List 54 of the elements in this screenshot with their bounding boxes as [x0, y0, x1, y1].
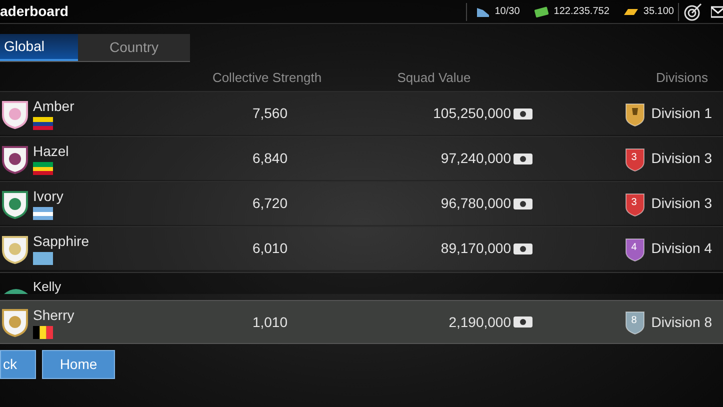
- flag-icon: [33, 162, 53, 175]
- tab[interactable]: Country: [78, 34, 190, 61]
- banknote-icon: [513, 242, 533, 254]
- division-name: Division 3: [651, 149, 712, 168]
- banknote-icon: [513, 316, 533, 328]
- club-name: Sherry: [33, 306, 76, 324]
- division-number: 3: [631, 196, 637, 208]
- column-header: Squad Value: [396, 69, 472, 88]
- division-name: Division 1: [651, 104, 712, 123]
- strength-value: 6,840: [251, 149, 289, 168]
- energy-count: 10/30: [494, 5, 520, 19]
- strength-value: 6,720: [251, 194, 289, 213]
- squad-value: 105,250,000: [433, 104, 511, 123]
- club-crest-icon: [1, 98, 29, 128]
- column-header: Collective Strength: [211, 69, 323, 88]
- club-crest-icon: [1, 307, 29, 337]
- squad-value: 2,190,000: [448, 312, 511, 332]
- division-number: 8: [631, 315, 637, 327]
- strength-value: 6,010: [251, 239, 289, 258]
- division-number: 4: [631, 242, 637, 254]
- strength-value: 7,560: [251, 104, 289, 123]
- banknote-icon: [513, 198, 533, 210]
- club-crest-icon: [1, 144, 29, 174]
- club-name: Kelly: [33, 280, 62, 294]
- club-crest-icon: [1, 188, 29, 218]
- division-name: Division 3: [651, 194, 712, 213]
- club-name: Amber: [33, 97, 76, 115]
- cash-count: 122.235.752: [554, 5, 610, 19]
- target-icon: [683, 2, 703, 22]
- premium-currency-count: 35.100: [643, 5, 674, 19]
- squad-value: 96,780,000: [440, 194, 511, 213]
- division-name: Division 4: [651, 239, 712, 258]
- column-header: Divisions: [654, 69, 709, 88]
- flag-icon: [33, 117, 53, 130]
- banknote-icon: [513, 152, 533, 164]
- club-name: Sapphire: [33, 232, 90, 250]
- banknote-icon: [513, 108, 533, 120]
- division-name: Division 8: [651, 312, 712, 332]
- club-name: Ivory: [33, 187, 64, 205]
- mail-icon[interactable]: [711, 6, 723, 18]
- tab[interactable]: Global: [0, 34, 78, 61]
- home-button[interactable]: Home: [42, 350, 115, 379]
- division-number: 3: [631, 152, 637, 164]
- screen-title: aderboard: [0, 2, 68, 21]
- flag-icon: [33, 252, 53, 265]
- back-button[interactable]: ck: [0, 350, 36, 379]
- cash-icon: [534, 6, 550, 18]
- strength-value: 1,010: [251, 312, 289, 332]
- club-name: Hazel: [33, 142, 70, 160]
- flag-icon: [33, 207, 53, 220]
- flag-icon: [33, 326, 53, 338]
- squad-value: 89,170,000: [440, 239, 511, 258]
- squad-value: 97,240,000: [440, 149, 511, 168]
- club-crest-icon: [1, 234, 29, 264]
